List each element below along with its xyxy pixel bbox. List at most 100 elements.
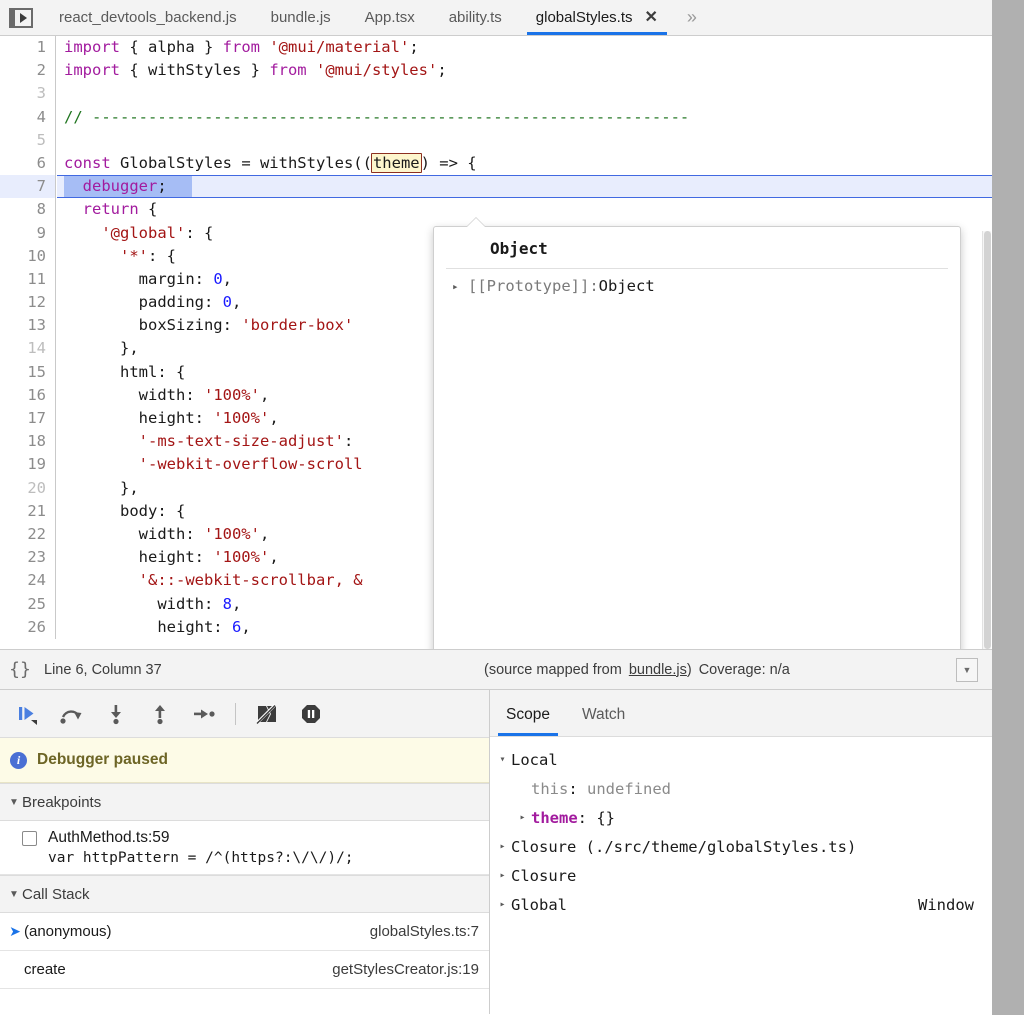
chevron-right-icon[interactable]: ▸ — [494, 899, 511, 910]
breakpoints-section-header[interactable]: ▼ Breakpoints — [0, 783, 489, 821]
code-token: , — [269, 409, 278, 427]
editor-scrollbar[interactable] — [982, 231, 991, 649]
editor-tab-5[interactable]: globalStyles.ts✕ — [519, 0, 675, 35]
tab-watch[interactable]: Watch — [566, 706, 641, 736]
editor-tab-4[interactable]: ability.ts — [432, 0, 519, 35]
code-token: : — [344, 432, 353, 450]
line-number[interactable]: 3 — [0, 82, 56, 105]
editor-tab-1[interactable]: react_devtools_backend.js — [42, 0, 254, 35]
line-number[interactable]: 22 — [0, 523, 56, 546]
editor-tab-2[interactable]: bundle.js — [254, 0, 348, 35]
call-stack-frame[interactable]: ➤(anonymous)globalStyles.ts:7 — [0, 913, 489, 951]
line-number[interactable]: 6 — [0, 152, 56, 175]
code-line-text: body: { — [64, 500, 185, 523]
expand-arrow-icon[interactable]: ▸ — [452, 275, 468, 298]
line-number[interactable]: 9 — [0, 222, 56, 245]
code-token: '100%' — [204, 525, 260, 543]
code-line[interactable]: 5 — [0, 129, 992, 152]
line-number[interactable]: 24 — [0, 569, 56, 592]
panel-toggle-icon[interactable] — [0, 0, 42, 35]
highlighted-token-theme[interactable]: theme — [371, 153, 422, 173]
pause-on-exceptions-button[interactable] — [291, 695, 331, 733]
code-token: 0 — [213, 270, 222, 288]
code-line[interactable]: 7 debugger; — [0, 175, 992, 198]
line-number[interactable]: 21 — [0, 500, 56, 523]
call-stack-frame-name: (anonymous) — [24, 923, 112, 940]
code-line[interactable]: 1import { alpha } from '@mui/material'; — [0, 36, 992, 59]
chevron-down-icon[interactable]: ▾ — [494, 754, 511, 765]
code-token: 6 — [232, 618, 241, 636]
chevron-down-icon[interactable]: ▼ — [6, 797, 22, 808]
code-token: , — [260, 525, 269, 543]
breakpoint-item[interactable]: AuthMethod.ts:59var httpPattern = /^(htt… — [0, 821, 489, 875]
line-number[interactable]: 26 — [0, 616, 56, 639]
line-number[interactable]: 13 — [0, 314, 56, 337]
editor-scrollbar-thumb[interactable] — [984, 231, 991, 649]
code-line[interactable]: 6const GlobalStyles = withStyles((theme)… — [0, 152, 992, 175]
line-number[interactable]: 19 — [0, 453, 56, 476]
line-number[interactable]: 7 — [0, 175, 56, 198]
chevron-down-icon[interactable]: ▼ — [6, 889, 22, 900]
tab-scope[interactable]: Scope — [490, 706, 566, 736]
code-token: }, — [64, 339, 139, 357]
scope-row[interactable]: ▾Local — [490, 745, 992, 774]
call-stack-frame[interactable]: creategetStylesCreator.js:19 — [0, 951, 489, 989]
line-number[interactable]: 10 — [0, 245, 56, 268]
line-number[interactable]: 5 — [0, 129, 56, 152]
popover-prototype-row[interactable]: ▸ [[Prototype]] : Object — [434, 269, 960, 298]
line-number[interactable]: 20 — [0, 477, 56, 500]
line-number[interactable]: 1 — [0, 36, 56, 59]
line-number[interactable]: 14 — [0, 337, 56, 360]
deactivate-breakpoints-button[interactable] — [247, 695, 287, 733]
editor-tab-3[interactable]: App.tsx — [348, 0, 432, 35]
line-number[interactable]: 25 — [0, 593, 56, 616]
code-line-text: width: '100%', — [64, 523, 269, 546]
chevron-right-icon[interactable]: ▸ — [494, 870, 511, 881]
code-line[interactable]: 3 — [0, 82, 992, 105]
code-line[interactable]: 2import { withStyles } from '@mui/styles… — [0, 59, 992, 82]
line-number[interactable]: 11 — [0, 268, 56, 291]
breakpoints-label: Breakpoints — [22, 794, 101, 811]
pretty-print-icon[interactable]: {} — [0, 659, 40, 680]
code-line-text: boxSizing: 'border-box' — [64, 314, 353, 337]
tab-overflow-button[interactable]: » — [675, 0, 709, 35]
code-line[interactable]: 8 return { — [0, 198, 992, 221]
scope-row[interactable]: this: undefined — [490, 774, 992, 803]
code-line-text: debugger; — [64, 175, 167, 198]
breakpoint-checkbox[interactable] — [22, 831, 37, 846]
step-over-next-function-call-button[interactable] — [52, 695, 92, 733]
scope-row[interactable]: ▸GlobalWindow — [490, 890, 992, 919]
code-line[interactable]: 4// ------------------------------------… — [0, 106, 992, 129]
line-number[interactable]: 12 — [0, 291, 56, 314]
step-button[interactable] — [184, 695, 224, 733]
scope-row-separator: : — [578, 809, 597, 827]
line-number[interactable]: 15 — [0, 361, 56, 384]
call-stack-section-header[interactable]: ▼ Call Stack — [0, 875, 489, 913]
line-number[interactable]: 23 — [0, 546, 56, 569]
line-number[interactable]: 2 — [0, 59, 56, 82]
scope-row[interactable]: ▸Closure — [490, 861, 992, 890]
chevron-right-icon[interactable]: ▸ — [514, 812, 531, 823]
code-token: '-webkit-overflow-scroll — [139, 455, 363, 473]
step-out-of-current-function-button[interactable] — [140, 695, 180, 733]
close-icon[interactable]: ✕ — [645, 10, 658, 26]
line-number[interactable]: 16 — [0, 384, 56, 407]
code-editor[interactable]: 1import { alpha } from '@mui/material';2… — [0, 36, 992, 649]
step-into-next-function-call-button[interactable] — [96, 695, 136, 733]
line-number[interactable]: 17 — [0, 407, 56, 430]
breakpoints-list: AuthMethod.ts:59var httpPattern = /^(htt… — [0, 821, 489, 875]
code-token: ; — [409, 38, 418, 56]
code-token: '100%' — [204, 386, 260, 404]
line-number[interactable]: 4 — [0, 106, 56, 129]
code-token: '100%' — [213, 409, 269, 427]
line-number[interactable]: 18 — [0, 430, 56, 453]
line-number[interactable]: 8 — [0, 198, 56, 221]
status-dropdown-button[interactable]: ▼ — [956, 658, 978, 682]
resume-script-execution-button[interactable] — [8, 695, 48, 733]
scope-row[interactable]: ▸theme: {} — [490, 803, 992, 832]
source-map-link[interactable]: bundle.js — [629, 662, 687, 678]
code-token: height: — [64, 618, 232, 636]
chevron-right-icon[interactable]: ▸ — [494, 841, 511, 852]
scope-row[interactable]: ▸Closure (./src/theme/globalStyles.ts) — [490, 832, 992, 861]
code-line-text: return { — [64, 198, 157, 221]
